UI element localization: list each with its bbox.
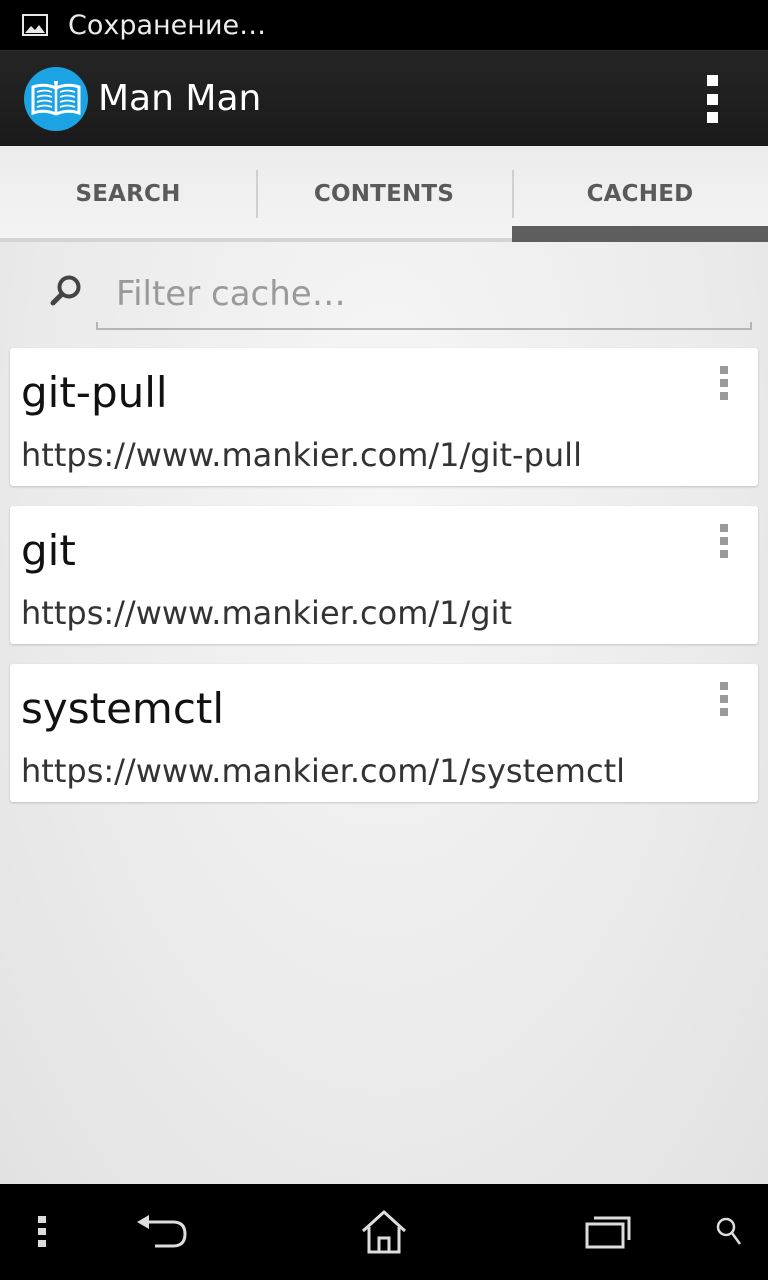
tab-contents[interactable]: CONTENTS: [256, 146, 512, 242]
recent-apps-icon: [585, 1216, 631, 1249]
image-icon: [22, 14, 48, 36]
status-bar: Сохранение…: [0, 0, 768, 50]
book-icon: [31, 80, 81, 116]
cached-item-url: https://www.mankier.com/1/git: [21, 594, 513, 632]
tab-search[interactable]: SEARCH: [0, 146, 256, 242]
search-icon: [716, 1217, 742, 1245]
filter-input-underline: [96, 322, 752, 330]
cached-item-card[interactable]: git https://www.mankier.com/1/git: [10, 506, 758, 644]
item-overflow-menu-icon[interactable]: [718, 682, 730, 716]
cached-item-title: git: [21, 526, 76, 575]
content-area: SEARCH CONTENTS CACHED git-pull https://…: [0, 146, 768, 1184]
recent-apps-button[interactable]: [578, 1184, 638, 1280]
navigation-bar: [0, 1184, 768, 1280]
search-icon: [50, 275, 81, 306]
search-button[interactable]: [706, 1184, 752, 1280]
overflow-dot: [706, 112, 718, 123]
item-overflow-menu-icon[interactable]: [718, 524, 730, 558]
menu-icon: [38, 1216, 46, 1247]
action-bar: Man Man: [0, 50, 768, 146]
menu-button[interactable]: [20, 1184, 64, 1280]
filter-row: [0, 258, 768, 334]
cached-item-card[interactable]: git-pull https://www.mankier.com/1/git-p…: [10, 348, 758, 486]
home-icon: [361, 1210, 407, 1254]
tab-selected-indicator: [512, 226, 768, 242]
cached-item-card[interactable]: systemctl https://www.mankier.com/1/syst…: [10, 664, 758, 802]
cached-item-url: https://www.mankier.com/1/systemctl: [21, 752, 625, 790]
filter-cache-input[interactable]: [96, 258, 752, 330]
app-title: Man Man: [98, 78, 262, 119]
status-text: Сохранение…: [68, 9, 267, 41]
cached-item-url: https://www.mankier.com/1/git-pull: [21, 436, 582, 474]
overflow-dot: [706, 75, 718, 86]
home-button[interactable]: [350, 1184, 418, 1280]
cached-item-title: systemctl: [21, 684, 225, 733]
overflow-dot: [706, 93, 718, 105]
back-icon: [137, 1215, 187, 1248]
overflow-menu-button[interactable]: [696, 75, 728, 123]
cached-item-title: git-pull: [21, 368, 168, 417]
item-overflow-menu-icon[interactable]: [718, 366, 730, 400]
app-logo[interactable]: [24, 66, 88, 131]
back-button[interactable]: [126, 1184, 196, 1280]
